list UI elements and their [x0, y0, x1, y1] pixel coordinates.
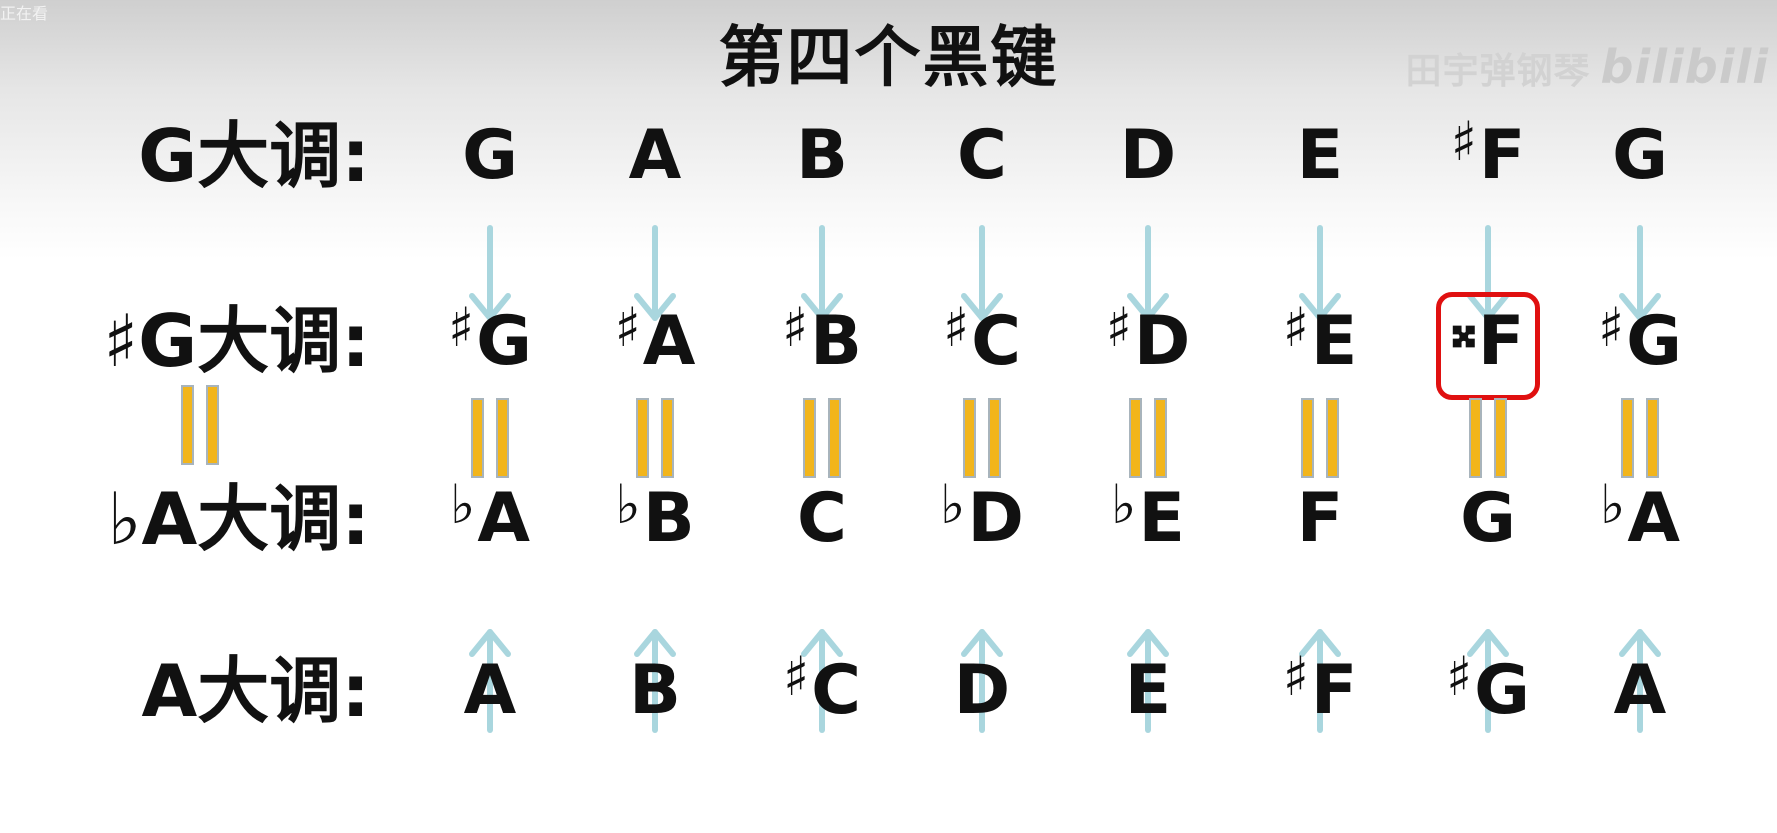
note-g-major-6: E	[1296, 116, 1344, 195]
equals-sign-icon	[1467, 398, 1509, 478]
note-g-major-5: D	[1119, 116, 1177, 195]
note-g-major-3: B	[796, 116, 848, 195]
equals-sign-icon	[634, 398, 676, 478]
equals-bar	[828, 398, 841, 478]
equals-bar	[803, 398, 816, 478]
note-a-major-2: B	[629, 651, 681, 730]
note-g-major-4: C	[957, 116, 1007, 195]
equals-sign-icon	[801, 398, 843, 478]
note-aflat-major-3: C	[797, 479, 847, 558]
accidental-symbol: ♯	[782, 645, 810, 708]
accidental-symbol: ♯	[1598, 296, 1625, 359]
equals-bar	[1154, 398, 1167, 478]
note-gsharp-major-8: ♯G	[1598, 296, 1682, 381]
accidental-symbol: ♯	[614, 296, 641, 359]
note-a-major-1: A	[463, 651, 517, 730]
equals-sign-icon	[469, 398, 511, 478]
note-gsharp-major-6: ♯E	[1282, 296, 1358, 381]
note-g-major-8: G	[1612, 116, 1668, 195]
equals-bar	[636, 398, 649, 478]
equals-bar	[661, 398, 674, 478]
accidental-symbol: ♭	[940, 473, 966, 536]
note-a-major-8: A	[1613, 651, 1667, 730]
note-a-major-5: E	[1124, 651, 1172, 730]
accidental-symbol: ♯	[782, 296, 809, 359]
note-aflat-major-6: F	[1296, 479, 1344, 558]
equals-bar	[1469, 398, 1482, 478]
note-aflat-major-8: ♭A	[1599, 473, 1681, 558]
equals-bar	[1129, 398, 1142, 478]
equals-sign-icon	[1299, 398, 1341, 478]
accidental-symbol: ♯	[448, 296, 475, 359]
note-a-major-7: ♯G	[1446, 645, 1530, 730]
accidental-symbol: ♭	[615, 473, 641, 536]
note-gsharp-major-2: ♯A	[614, 296, 696, 381]
note-aflat-major-2: ♭B	[615, 473, 695, 558]
accidental-symbol: ♭	[1599, 473, 1626, 536]
equals-bar	[496, 398, 509, 478]
equals-bar	[1646, 398, 1659, 478]
equals-bar	[1621, 398, 1634, 478]
equals-sign-icon	[179, 385, 221, 465]
note-gsharp-major-3: ♯B	[782, 296, 862, 381]
equals-bar	[963, 398, 976, 478]
equals-bar	[1326, 398, 1339, 478]
note-a-major-6: ♯F	[1282, 645, 1358, 730]
equals-bar	[988, 398, 1001, 478]
equals-bar	[1494, 398, 1507, 478]
accidental-symbol: ♯	[1282, 296, 1309, 359]
note-gsharp-major-4: ♯C	[942, 296, 1022, 381]
accidental-symbol: ♭	[1111, 473, 1137, 536]
note-g-major-1: G	[462, 116, 518, 195]
accidental-symbol: ♯	[1446, 645, 1473, 708]
note-gsharp-major-1: ♯G	[448, 296, 532, 381]
accidental-symbol: ♯	[1450, 110, 1477, 173]
equals-sign-icon	[961, 398, 1003, 478]
note-g-major-7: ♯F	[1450, 110, 1526, 195]
equals-bar	[471, 398, 484, 478]
equals-bar	[206, 385, 219, 465]
accidental-symbol: ♯	[942, 296, 970, 359]
note-a-major-4: D	[953, 651, 1011, 730]
note-gsharp-major-5: ♯D	[1105, 296, 1191, 381]
accidental-symbol: ♯	[1105, 296, 1132, 359]
note-a-major-3: ♯C	[782, 645, 862, 730]
equals-sign-icon	[1619, 398, 1661, 478]
equals-sign-icon	[1127, 398, 1169, 478]
note-aflat-major-4: ♭D	[940, 473, 1024, 558]
highlight-box	[1436, 292, 1540, 400]
note-aflat-major-7: G	[1460, 479, 1516, 558]
note-g-major-2: A	[628, 116, 682, 195]
accidental-symbol: ♯	[1282, 645, 1309, 708]
equals-bar	[181, 385, 194, 465]
equals-bar	[1301, 398, 1314, 478]
accidental-symbol: ♭	[449, 473, 476, 536]
note-aflat-major-1: ♭A	[449, 473, 531, 558]
note-aflat-major-5: ♭E	[1111, 473, 1185, 558]
